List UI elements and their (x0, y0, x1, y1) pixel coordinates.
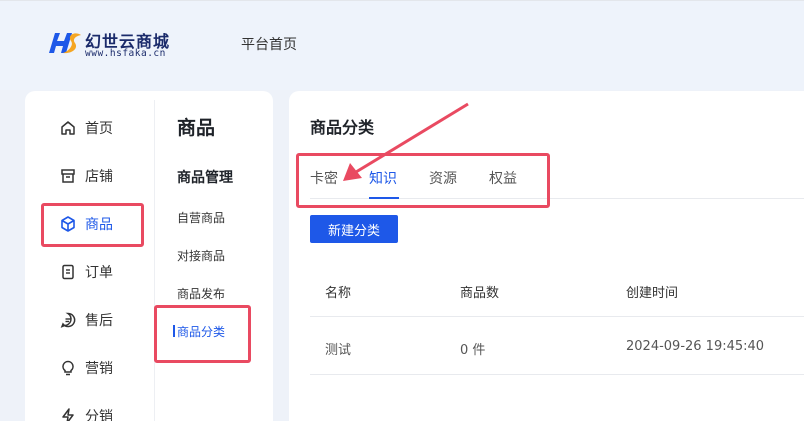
sidebar-divider (154, 100, 155, 421)
sidebar-item-home[interactable]: 首页 (59, 116, 113, 140)
sub-item-docked-products[interactable]: 对接商品 (177, 247, 225, 264)
main-panel (289, 91, 804, 421)
sidebar-item-label: 售后 (85, 313, 113, 329)
cell-name: 测试 (325, 343, 352, 358)
nav-platform-home[interactable]: 平台首页 (241, 34, 297, 54)
sub-item-product-publish[interactable]: 商品发布 (177, 285, 225, 302)
sidebar-group-title: 商品管理 (177, 170, 233, 186)
cell-product-count: 0 件 (460, 343, 486, 358)
sidebar-section-title: 商品 (177, 117, 216, 139)
sidebar-item-label: 分销 (85, 409, 113, 421)
sidebar-item-products[interactable]: 商品 (59, 212, 113, 236)
active-tab-indicator (369, 197, 399, 199)
tab-resources[interactable]: 资源 (429, 168, 457, 188)
sidebar-item-marketing[interactable]: 营销 (59, 356, 113, 380)
store-icon (59, 167, 77, 185)
new-category-button[interactable]: 新建分类 (310, 215, 398, 243)
column-header-name: 名称 (325, 286, 352, 301)
table-header-divider (310, 316, 804, 317)
sidebar-item-label: 订单 (85, 265, 113, 281)
cell-created-time: 2024-09-26 19:45:40 (626, 339, 765, 354)
sidebar-item-label: 首页 (85, 121, 113, 137)
sidebar-item-distribution[interactable]: 分销 (59, 404, 113, 421)
sidebar-item-store[interactable]: 店铺 (59, 164, 113, 188)
top-bar: 幻世云商城 www.hsfaka.cn 平台首页 (0, 0, 804, 90)
logo-url: www.hsfaka.cn (85, 48, 166, 59)
sidebar-item-label: 营销 (85, 361, 113, 377)
tab-card-secret[interactable]: 卡密 (310, 168, 338, 188)
bulb-icon (59, 359, 77, 377)
after-sales-icon (59, 311, 77, 329)
sub-item-product-category[interactable]: 商品分类 (172, 323, 225, 340)
column-header-created-time: 创建时间 (626, 286, 679, 301)
logo-mark-icon (49, 33, 81, 54)
sub-item-self-products[interactable]: 自营商品 (177, 209, 225, 226)
sidebar-item-after-sales[interactable]: 售后 (59, 308, 113, 332)
order-icon (59, 263, 77, 281)
tab-knowledge[interactable]: 知识 (369, 168, 397, 188)
page-title: 商品分类 (310, 118, 375, 137)
sidebar-item-label: 店铺 (85, 169, 113, 185)
cube-icon (59, 215, 77, 233)
sidebar-item-orders[interactable]: 订单 (59, 260, 113, 284)
tab-rights[interactable]: 权益 (489, 168, 517, 188)
sidebar-item-label: 商品 (85, 217, 113, 233)
lightning-icon (59, 407, 77, 421)
logo[interactable]: 幻世云商城 www.hsfaka.cn (47, 27, 177, 61)
table-row-divider (310, 374, 804, 375)
column-header-product-count: 商品数 (460, 286, 500, 301)
home-icon (59, 119, 77, 137)
